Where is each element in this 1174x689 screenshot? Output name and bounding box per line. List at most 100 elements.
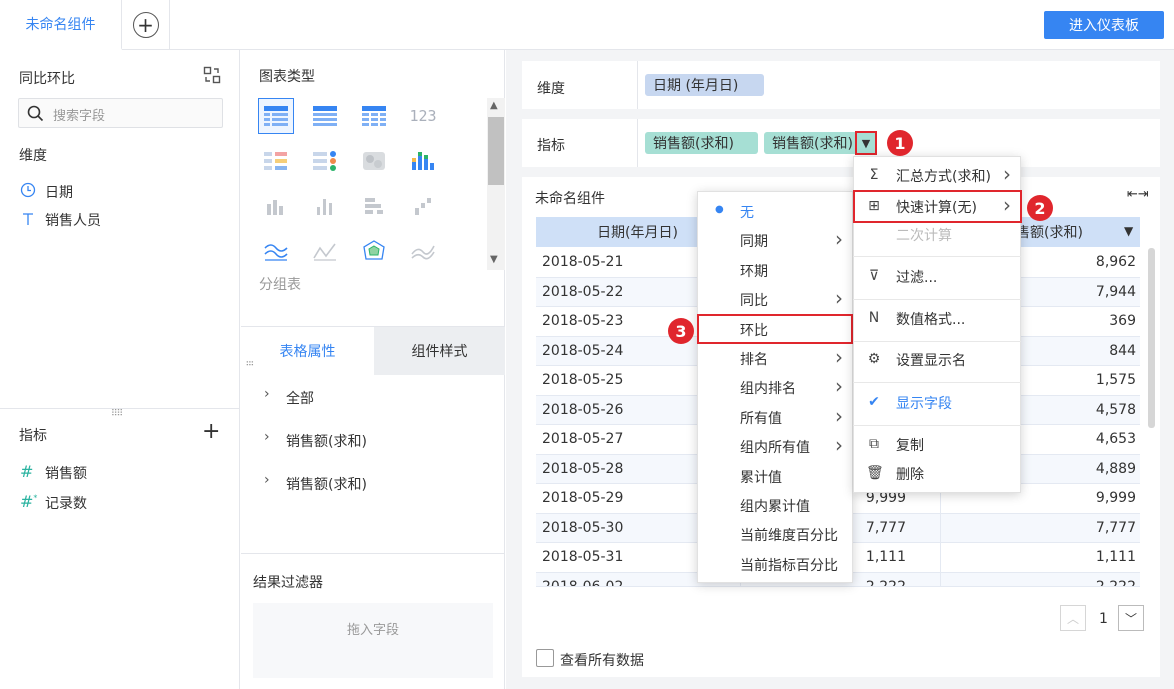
- view-all-checkbox[interactable]: [536, 649, 554, 667]
- area-chart-icon[interactable]: [307, 233, 343, 269]
- context-item-number-format[interactable]: N 数值格式...: [853, 305, 1021, 333]
- filter-icon: ⊽: [868, 268, 880, 284]
- submenu-item-group-all-values[interactable]: 组内所有值 ›: [697, 433, 853, 461]
- table-chart-icon[interactable]: [258, 98, 294, 134]
- context-item-label: 过滤...: [896, 270, 938, 286]
- cross-table-icon[interactable]: [356, 98, 392, 134]
- column-chart-icon[interactable]: [307, 188, 343, 224]
- submenu-item-rank[interactable]: 排名 ›: [697, 345, 853, 373]
- stacked-bar-icon[interactable]: [405, 143, 441, 179]
- page-number: 1: [1099, 611, 1108, 627]
- submenu-item-label: 同比: [740, 293, 768, 310]
- submenu-item-none[interactable]: 无: [697, 198, 853, 226]
- filter-drop-zone[interactable]: 拖入字段: [253, 603, 493, 678]
- bar-chart-icon[interactable]: [258, 188, 294, 224]
- context-item-copy[interactable]: ⧉ 复制: [853, 431, 1021, 459]
- chevron-right-icon[interactable]: ›: [264, 472, 270, 488]
- table-scrollbar[interactable]: [1148, 248, 1155, 428]
- search-placeholder: 搜索字段: [53, 109, 106, 124]
- scroll-up-icon[interactable]: ▲: [490, 100, 498, 111]
- context-item-show-field[interactable]: ✔ 显示字段: [853, 389, 1021, 417]
- field-date[interactable]: 日期: [45, 182, 73, 202]
- record-count-icon: #*: [20, 492, 38, 511]
- measure-pill-2-label: 销售额(求和): [772, 136, 853, 152]
- tab-component[interactable]: 未命名组件: [0, 0, 122, 50]
- submenu-item-label: 组内所有值: [740, 440, 810, 457]
- submenu-item-cumulative[interactable]: 累计值: [697, 463, 853, 491]
- dimension-pill-date[interactable]: 日期 (年月日): [645, 74, 764, 96]
- context-item-label: 汇总方式(求和): [896, 169, 991, 185]
- tree-item-all[interactable]: 全部: [286, 388, 314, 408]
- line-chart-icon[interactable]: [258, 233, 294, 269]
- submenu-item-measure-percent[interactable]: 当前指标百分比: [697, 551, 853, 579]
- switch-dataset-icon[interactable]: [203, 66, 221, 84]
- heat-map-icon[interactable]: [356, 143, 392, 179]
- table-title: 未命名组件: [535, 191, 605, 207]
- tab-table-properties[interactable]: 表格属性: [241, 327, 374, 375]
- measure-pill-1[interactable]: 销售额(求和): [645, 132, 758, 154]
- sigma-icon: Σ: [869, 167, 879, 183]
- field-record-count[interactable]: 记录数: [45, 493, 87, 513]
- enter-dashboard-button[interactable]: 进入仪表板: [1044, 11, 1164, 39]
- cell-measure-1: 1,111: [865, 549, 906, 565]
- expand-width-icon[interactable]: ⇤⇥: [1127, 187, 1149, 202]
- cell-date: 2018-05-26: [542, 401, 624, 418]
- menu-divider: [853, 425, 1021, 426]
- waterfall-chart-icon[interactable]: [405, 188, 441, 224]
- highlight-box-1: [855, 131, 877, 155]
- cell-measure-2: 7,944: [1095, 283, 1136, 300]
- context-item-set-display-name[interactable]: ⚙ 设置显示名: [853, 346, 1021, 374]
- submenu-item-all-values[interactable]: 所有值 ›: [697, 404, 853, 432]
- submenu-item-group-cumulative[interactable]: 组内累计值: [697, 492, 853, 520]
- drag-handle-icon[interactable]: ⠿⠿: [111, 409, 123, 419]
- next-page-button[interactable]: ﹀: [1118, 605, 1144, 631]
- horizontal-bar-icon[interactable]: [356, 188, 392, 224]
- tree-item-measure-2[interactable]: 销售额(求和): [286, 474, 367, 494]
- context-item-secondary-calc[interactable]: 二次计算: [853, 221, 1021, 249]
- radar-chart-icon[interactable]: [356, 233, 392, 269]
- context-item-label: 删除: [896, 467, 924, 483]
- scrollbar-thumb[interactable]: [488, 117, 504, 185]
- tree-item-measure-1[interactable]: 销售额(求和): [286, 431, 367, 451]
- chevron-right-icon: ›: [835, 403, 843, 428]
- field-sales[interactable]: 销售额: [45, 463, 87, 483]
- cell-measure-2: 8,962: [1095, 254, 1136, 270]
- search-field[interactable]: 搜索字段: [18, 98, 223, 128]
- group-table-icon[interactable]: [307, 98, 343, 134]
- submenu-item-year-over-year[interactable]: 同比 ›: [697, 286, 853, 314]
- tab-component-style[interactable]: 组件样式: [374, 327, 505, 375]
- cell-measure-2: 4,889: [1095, 460, 1136, 477]
- text-field-icon: [20, 211, 36, 231]
- add-tab-button[interactable]: +: [122, 0, 170, 50]
- chart-type-label: 分组表: [259, 277, 301, 293]
- color-table-icon[interactable]: [258, 143, 294, 179]
- search-icon: [27, 105, 44, 122]
- context-item-delete[interactable]: 🗑 删除: [853, 460, 1021, 488]
- submenu-item-group-rank[interactable]: 组内排名 ›: [697, 374, 853, 402]
- resize-handle-icon[interactable]: ⠿: [243, 360, 253, 367]
- cell-date: 2018-06-02: [542, 578, 624, 587]
- context-item-label: 设置显示名: [896, 353, 966, 369]
- chevron-right-icon[interactable]: ›: [264, 386, 270, 402]
- cell-measure-2: 1,575: [1095, 372, 1136, 388]
- prev-page-button[interactable]: ︿: [1060, 605, 1086, 631]
- scroll-down-icon[interactable]: ▼: [490, 254, 498, 265]
- submenu-item-same-period[interactable]: 同期 ›: [697, 227, 853, 255]
- indicator-table-icon[interactable]: [307, 143, 343, 179]
- field-salesperson[interactable]: 销售人员: [45, 210, 101, 230]
- submenu-item-dimension-percent[interactable]: 当前维度百分比: [697, 521, 853, 549]
- context-item-summary-method[interactable]: Σ 汇总方式(求和) ›: [853, 162, 1021, 190]
- context-item-filter[interactable]: ⊽ 过滤...: [853, 263, 1021, 291]
- stream-chart-icon[interactable]: [405, 233, 441, 269]
- view-all-label[interactable]: 查看所有数据: [560, 650, 644, 670]
- sort-caret-icon[interactable]: ▼: [1124, 224, 1133, 238]
- context-item-label: 二次计算: [896, 228, 952, 244]
- add-measure-icon[interactable]: +: [202, 421, 220, 443]
- cell-date: 2018-05-29: [542, 490, 624, 506]
- submenu-item-label: 当前维度百分比: [740, 528, 838, 545]
- number-field-icon: #: [20, 462, 34, 481]
- chevron-right-icon[interactable]: ›: [264, 429, 270, 445]
- submenu-item-previous-period[interactable]: 环期: [697, 257, 853, 285]
- kpi-number-icon[interactable]: 123: [405, 98, 441, 134]
- context-item-label: 数值格式...: [896, 312, 966, 328]
